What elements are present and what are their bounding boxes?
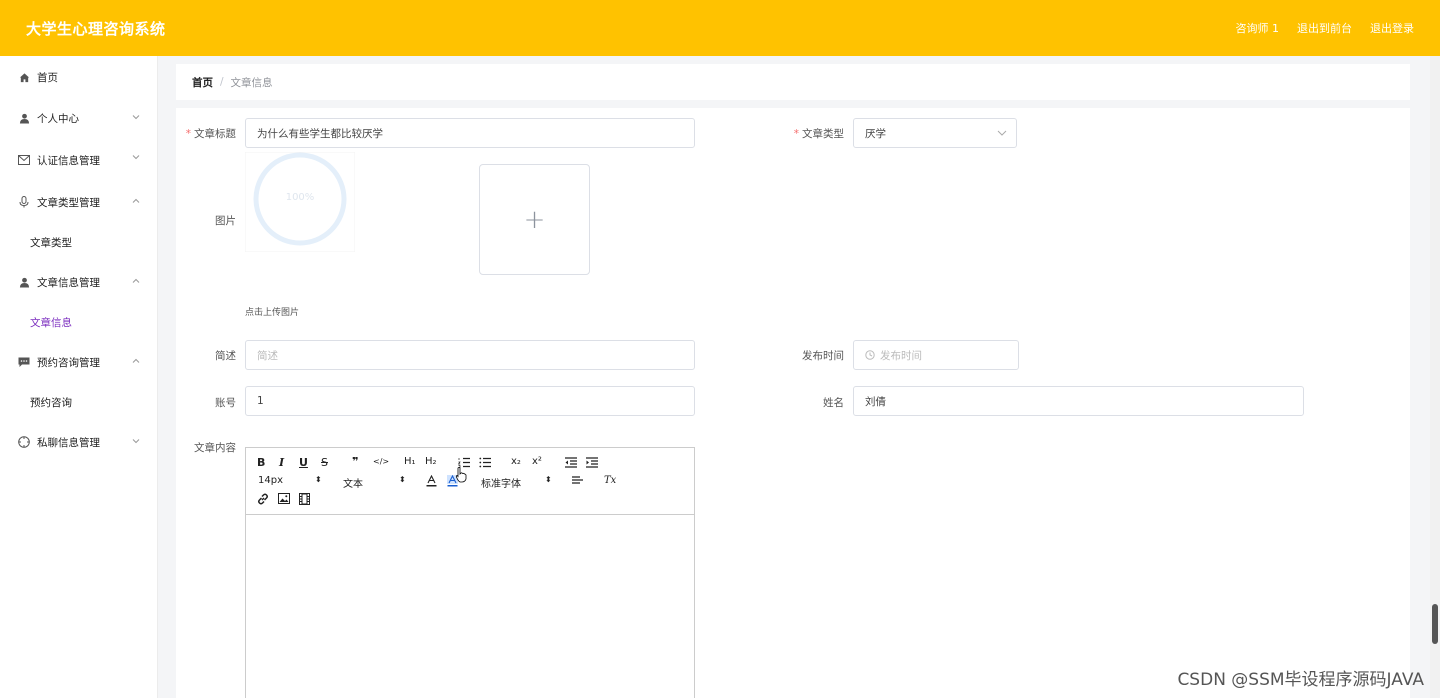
font-size-arrows-icon[interactable]: ⬍ bbox=[315, 475, 322, 484]
desc-input[interactable]: 简述 bbox=[245, 340, 695, 370]
bold-button[interactable]: B bbox=[257, 456, 265, 469]
current-user-link[interactable]: 咨询师 1 bbox=[1236, 20, 1280, 36]
sidebar-item-label: 私聊信息管理 bbox=[37, 436, 100, 449]
font-color-icon[interactable] bbox=[426, 475, 437, 487]
editor-toolbar: B I U S ❞ </> H₁ H₂ x₂ x² 14px ⬍ 文本 ⬍ 标准… bbox=[246, 448, 694, 515]
header1-button[interactable]: H₁ bbox=[404, 456, 416, 467]
sidebar-item-home[interactable]: 首页 bbox=[0, 56, 157, 98]
sidebar-item-label: 文章类型管理 bbox=[37, 196, 100, 209]
blockquote-button[interactable]: ❞ bbox=[352, 455, 358, 468]
sidebar: 首页 个人中心 认证信息管理 文章类型管理 文章类型 文章信息管理 文章信息 预… bbox=[0, 56, 158, 698]
mail-icon bbox=[18, 154, 30, 166]
title-input[interactable]: 为什么有些学生都比较厌学 bbox=[245, 118, 695, 148]
scrollbar-thumb[interactable] bbox=[1432, 604, 1438, 644]
compass-icon bbox=[18, 436, 30, 448]
microphone-icon bbox=[18, 196, 30, 208]
type-select-value: 厌学 bbox=[865, 127, 886, 140]
progress-percent: 100% bbox=[285, 192, 315, 203]
link-icon[interactable] bbox=[257, 493, 269, 505]
hand-cursor-icon bbox=[455, 467, 467, 483]
sidebar-item-label: 认证信息管理 bbox=[37, 154, 100, 167]
top-nav: 咨询师 1 退出到前台 退出登录 bbox=[1236, 20, 1415, 36]
content-label: 文章内容 bbox=[194, 442, 236, 454]
editor-content-area[interactable] bbox=[246, 515, 694, 698]
indent-icon[interactable] bbox=[586, 457, 598, 468]
breadcrumb: 首页 / 文章信息 bbox=[176, 64, 1410, 100]
chevron-down-icon bbox=[132, 439, 140, 444]
upload-progress: 100% bbox=[244, 151, 356, 253]
chat-icon bbox=[18, 356, 30, 368]
sidebar-item-appointment-mgmt[interactable]: 预约咨询管理 bbox=[0, 342, 157, 382]
type-label: * 文章类型 bbox=[793, 128, 844, 140]
clear-format-button[interactable]: Tx bbox=[604, 475, 616, 486]
chevron-down-icon bbox=[132, 155, 140, 160]
breadcrumb-home[interactable]: 首页 bbox=[192, 75, 213, 90]
clock-icon bbox=[865, 350, 875, 360]
publish-time-label: 发布时间 bbox=[802, 350, 844, 362]
code-block-button[interactable]: </> bbox=[373, 457, 389, 466]
font-size-select[interactable]: 14px bbox=[258, 475, 283, 486]
sidebar-item-auth[interactable]: 认证信息管理 bbox=[0, 138, 157, 182]
strike-button[interactable]: S bbox=[321, 456, 328, 469]
font-family-arrows-icon[interactable]: ⬍ bbox=[545, 475, 552, 484]
sidebar-item-article-type[interactable]: 文章类型 bbox=[0, 222, 157, 262]
page-scrollbar[interactable] bbox=[1430, 56, 1440, 698]
type-select[interactable]: 厌学 bbox=[853, 118, 1017, 148]
desc-label: 简述 bbox=[215, 350, 236, 362]
image-upload-button[interactable]: + bbox=[479, 164, 590, 275]
video-icon[interactable] bbox=[299, 493, 310, 505]
chevron-up-icon bbox=[132, 198, 140, 203]
account-label: 账号 bbox=[215, 397, 236, 409]
exit-to-front-link[interactable]: 退出到前台 bbox=[1297, 20, 1352, 36]
sidebar-item-label: 个人中心 bbox=[37, 112, 79, 125]
sidebar-item-appointment[interactable]: 预约咨询 bbox=[0, 382, 157, 422]
name-label: 姓名 bbox=[823, 397, 844, 409]
name-input[interactable]: 刘倩 bbox=[853, 386, 1304, 416]
title-label: * 文章标题 bbox=[185, 128, 236, 140]
chevron-down-icon bbox=[997, 130, 1007, 136]
home-icon bbox=[18, 71, 30, 83]
underline-button[interactable]: U bbox=[299, 456, 308, 469]
image-icon[interactable] bbox=[278, 493, 290, 504]
sidebar-item-article-info[interactable]: 文章信息 bbox=[0, 302, 157, 342]
user-icon bbox=[18, 112, 30, 124]
header-arrows-icon[interactable]: ⬍ bbox=[399, 475, 406, 484]
upload-hint: 点击上传图片 bbox=[245, 308, 300, 318]
breadcrumb-current: 文章信息 bbox=[230, 76, 273, 89]
image-label: 图片 bbox=[215, 215, 236, 227]
publish-time-placeholder: 发布时间 bbox=[880, 349, 922, 362]
chevron-down-icon bbox=[132, 115, 140, 120]
sidebar-item-label: 预约咨询管理 bbox=[37, 356, 100, 369]
top-header: 大学生心理咨询系统 咨询师 1 退出到前台 退出登录 bbox=[0, 0, 1440, 56]
sidebar-item-label: 首页 bbox=[37, 71, 58, 84]
chevron-up-icon bbox=[132, 358, 140, 363]
chevron-up-icon bbox=[132, 278, 140, 283]
bullet-list-icon[interactable] bbox=[479, 457, 491, 468]
main-content: 首页 / 文章信息 * 文章标题 为什么有些学生都比较厌学 * 文章类型 厌学 图片… bbox=[176, 64, 1410, 698]
italic-button[interactable]: I bbox=[279, 456, 284, 469]
header2-button[interactable]: H₂ bbox=[425, 456, 437, 467]
font-family-select[interactable]: 标准字体 bbox=[481, 475, 521, 490]
rich-text-editor: B I U S ❞ </> H₁ H₂ x₂ x² 14px ⬍ 文本 ⬍ 标准… bbox=[245, 447, 695, 698]
article-form: * 文章标题 为什么有些学生都比较厌学 * 文章类型 厌学 图片 100% + 点击… bbox=[176, 108, 1410, 698]
app-title: 大学生心理咨询系统 bbox=[26, 19, 166, 38]
account-input[interactable]: 1 bbox=[245, 386, 695, 416]
user-icon bbox=[18, 276, 30, 288]
superscript-button[interactable]: x² bbox=[532, 456, 542, 467]
publish-time-picker[interactable]: 发布时间 bbox=[853, 340, 1019, 370]
sidebar-item-label: 文章信息管理 bbox=[37, 276, 100, 289]
sidebar-item-article-info-mgmt[interactable]: 文章信息管理 bbox=[0, 262, 157, 302]
subscript-button[interactable]: x₂ bbox=[511, 456, 521, 467]
sidebar-item-article-type-mgmt[interactable]: 文章类型管理 bbox=[0, 182, 157, 222]
outdent-icon[interactable] bbox=[565, 457, 577, 468]
align-left-icon[interactable] bbox=[572, 476, 584, 486]
sidebar-item-private-chat-mgmt[interactable]: 私聊信息管理 bbox=[0, 422, 157, 462]
sidebar-item-profile[interactable]: 个人中心 bbox=[0, 98, 157, 138]
logout-link[interactable]: 退出登录 bbox=[1370, 20, 1414, 36]
header-select[interactable]: 文本 bbox=[343, 475, 363, 490]
breadcrumb-separator: / bbox=[220, 76, 224, 88]
watermark: CSDN @SSM毕设程序源码JAVA bbox=[1177, 670, 1424, 690]
plus-icon: + bbox=[523, 204, 546, 235]
